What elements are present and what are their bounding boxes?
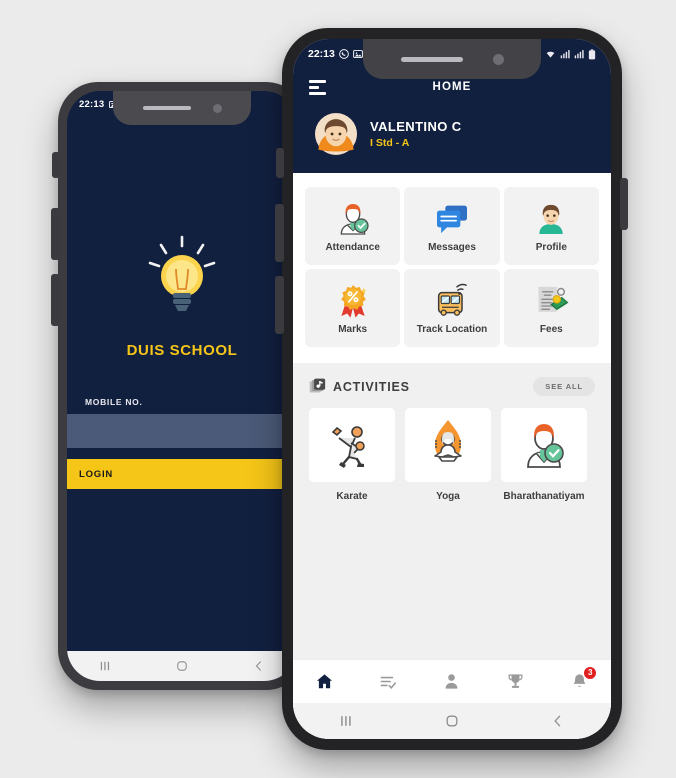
phone-power-button-right[interactable] [620, 178, 628, 230]
home-system-nav [293, 703, 611, 739]
page-title: HOME [432, 81, 472, 93]
student-class: I Std - A [370, 137, 410, 149]
school-bus-signal-icon [437, 283, 467, 316]
notification-badge: 3 [583, 665, 598, 680]
front-camera [212, 103, 222, 113]
battery-icon [588, 48, 596, 59]
nav-profile[interactable] [433, 667, 471, 697]
activity-thumbnail [501, 408, 587, 482]
home-phone: 22:13 HOME VALENTINO C I Std - A Attenda… [275, 28, 628, 750]
person-icon [446, 674, 458, 689]
front-camera-right [492, 53, 504, 65]
activity-name: Bharathanatiyam [503, 491, 585, 502]
signal-icon [560, 50, 570, 59]
activities-section: ACTIVITIES SEE ALL Karate Yoga Bharathan… [293, 363, 611, 659]
activities-list[interactable]: Karate Yoga Bharathanatiyam [293, 396, 611, 504]
mobile-number-input[interactable] [67, 414, 297, 448]
signal-icon [574, 50, 584, 59]
activities-stack-icon [309, 378, 326, 393]
dance-teacher-icon [527, 424, 564, 468]
bottom-navigation: 3 [293, 659, 611, 703]
karate-kick-icon [331, 426, 365, 468]
tile-track-location[interactable]: Track Location [404, 269, 500, 347]
recents-icon[interactable] [98, 659, 112, 673]
phone-volume-down-button-right[interactable] [275, 276, 284, 334]
status-time-right: 22:13 [308, 48, 335, 60]
wifi-icon [546, 51, 555, 58]
phone-notch-left [113, 91, 251, 125]
recents-icon[interactable] [338, 713, 354, 729]
tile-attendance[interactable]: Attendance [305, 187, 401, 265]
login-screen: 22:13 DUIS SCHOOL MOBILE NO. LOGIN [67, 91, 297, 681]
activity-name: Karate [336, 491, 368, 502]
home-body: Attendance Messages Profile Marks Track … [293, 173, 611, 739]
home-icon[interactable] [175, 659, 189, 673]
login-button[interactable]: LOGIN [67, 459, 297, 489]
phone-volume-down-button[interactable] [51, 274, 60, 326]
tile-label: Track Location [416, 324, 488, 335]
chat-bubbles-icon [436, 205, 467, 234]
school-name: DUIS SCHOOL [126, 342, 238, 359]
gallery-icon [353, 50, 363, 58]
whatsapp-icon [339, 49, 349, 59]
menu-tile-grid: Attendance Messages Profile Marks Track … [293, 173, 611, 363]
login-form: DUIS SCHOOL MOBILE NO. LOGIN [67, 117, 297, 681]
lightbulb-icon [146, 235, 218, 328]
phone-volume-up-button-right[interactable] [275, 204, 284, 262]
earpiece-speaker-right [400, 56, 463, 62]
student-avatar-icon [315, 113, 357, 155]
tasks-check-icon [380, 676, 396, 690]
tile-label: Attendance [325, 242, 380, 253]
phone-side-button[interactable] [52, 152, 60, 178]
activities-title: ACTIVITIES [333, 379, 410, 394]
activity-name: Yoga [436, 491, 460, 502]
activities-header: ACTIVITIES SEE ALL [293, 377, 611, 396]
tile-fees[interactable]: Fees [503, 269, 599, 347]
activity-item-yoga[interactable]: Yoga [405, 408, 491, 504]
tile-messages[interactable]: Messages [404, 187, 500, 265]
tile-profile[interactable]: Profile [503, 187, 599, 265]
student-info: VALENTINO C I Std - A [370, 119, 462, 149]
student-name: VALENTINO C [370, 119, 462, 134]
earpiece-speaker [142, 106, 191, 110]
tile-label: Profile [535, 242, 567, 253]
student-profile[interactable]: VALENTINO C I Std - A [293, 105, 611, 173]
tile-marks[interactable]: Marks [305, 269, 401, 347]
screenshot-stage: 22:13 DUIS SCHOOL MOBILE NO. LOGIN 22:13… [0, 0, 676, 778]
tile-label: Marks [338, 324, 368, 335]
home-icon[interactable] [444, 713, 460, 729]
document-money-icon [538, 286, 569, 312]
activity-thumbnail [405, 408, 491, 482]
status-time: 22:13 [79, 98, 105, 110]
status-left: 22:13 [308, 48, 363, 60]
login-system-nav [67, 651, 297, 681]
login-phone: 22:13 DUIS SCHOOL MOBILE NO. LOGIN [51, 82, 312, 690]
nav-achievements[interactable] [497, 667, 535, 697]
tile-label: Messages [428, 242, 476, 253]
home-screen: 22:13 HOME VALENTINO C I Std - A Attenda… [293, 39, 611, 739]
nav-home[interactable] [306, 667, 344, 697]
home-icon [317, 674, 333, 689]
back-icon[interactable] [252, 659, 266, 673]
phone-notch-right [363, 39, 541, 79]
activity-item-karate[interactable]: Karate [309, 408, 395, 504]
person-profile-icon [539, 204, 563, 234]
mobile-label: MOBILE NO. [85, 397, 143, 407]
trophy-icon [508, 674, 523, 688]
yoga-lotus-icon [434, 420, 462, 462]
phone-side-button-right[interactable] [276, 148, 284, 178]
attendance-teacher-check-icon [340, 204, 369, 235]
phone-volume-up-button[interactable] [51, 208, 60, 260]
see-all-button[interactable]: SEE ALL [533, 377, 595, 396]
activity-thumbnail [309, 408, 395, 482]
nav-notifications[interactable]: 3 [560, 665, 598, 697]
nav-tasks[interactable] [369, 667, 407, 697]
home-header: 22:13 HOME VALENTINO C I Std - A [293, 39, 611, 173]
back-icon[interactable] [550, 713, 566, 729]
tile-label: Fees [539, 324, 563, 335]
activity-item-bharathanatiyam[interactable]: Bharathanatiyam [501, 408, 587, 504]
award-ribbon-percent-icon [340, 285, 367, 318]
